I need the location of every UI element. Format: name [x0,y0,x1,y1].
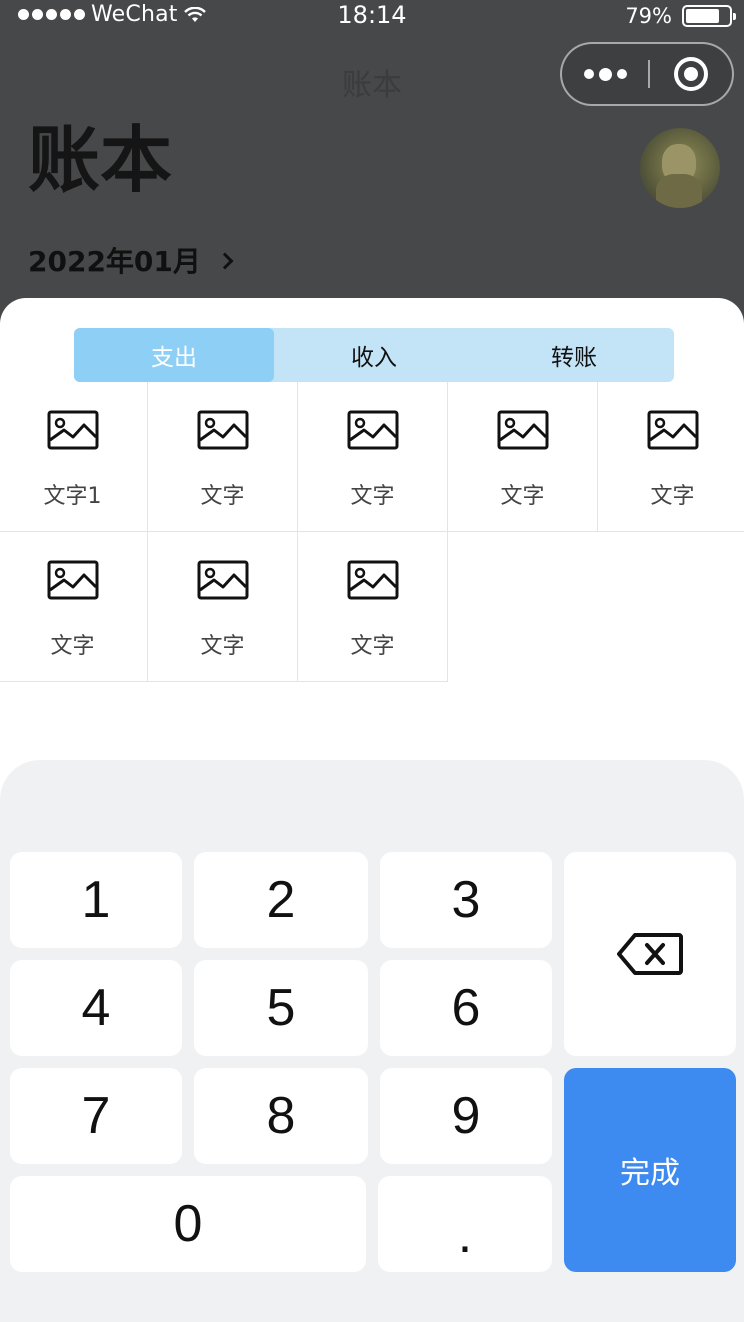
month-selector[interactable]: 2022年01月 [28,240,234,280]
status-bar: WeChat 18:14 79% [0,0,744,36]
image-icon [647,410,698,450]
category-item[interactable]: 文字 [298,382,448,532]
avatar[interactable] [640,128,720,208]
key-dot[interactable]: . [378,1176,552,1272]
chevron-right-icon [216,252,234,270]
key-3[interactable]: 3 [380,852,552,948]
category-label: 文字 [350,484,395,509]
close-target-icon[interactable] [674,57,708,91]
category-label: 文字1 [43,484,102,509]
status-right: 79% [625,4,736,28]
category-label: 文字 [500,484,545,509]
mini-program-capsule [560,42,734,106]
category-label: 文字 [650,484,695,509]
image-icon [347,410,398,450]
image-icon [197,560,248,600]
more-icon[interactable] [584,44,632,104]
add-record-sheet: 支出 收入 转账 文字1 文字 文字 文字 文字 文字 文字 文字 1 2 3 4 5 6 7… [0,298,744,1322]
tab-transfer[interactable]: 转账 [474,328,674,382]
done-button[interactable]: 完成 [564,1068,736,1272]
category-label: 文字 [200,484,245,509]
key-1[interactable]: 1 [10,852,182,948]
key-5[interactable]: 5 [194,960,368,1056]
category-item[interactable]: 文字 [298,532,448,682]
image-icon [497,410,548,450]
category-label: 文字 [350,634,395,659]
page-title: 账本 [28,118,173,202]
category-item[interactable]: 文字 [148,532,298,682]
category-item[interactable]: 文字 [448,382,598,532]
battery-icon [682,5,736,27]
tab-income[interactable]: 收入 [274,328,474,382]
key-6[interactable]: 6 [380,960,552,1056]
battery-fill [686,9,720,23]
category-item[interactable]: 文字 [148,382,298,532]
capsule-divider [648,60,650,88]
key-2[interactable]: 2 [194,852,368,948]
key-7[interactable]: 7 [10,1068,182,1164]
battery-percent: 79% [625,4,672,28]
key-8[interactable]: 8 [194,1068,368,1164]
category-item[interactable]: 文字1 [0,382,148,532]
backspace-button[interactable] [564,852,736,1056]
category-label: 文字 [50,634,95,659]
image-icon [47,560,98,600]
category-label: 文字 [200,634,245,659]
keypad: 1 2 3 4 5 6 7 8 9 完成 0 . [0,760,744,1322]
key-4[interactable]: 4 [10,960,182,1056]
category-item[interactable]: 文字 [0,532,148,682]
backspace-icon [617,933,683,975]
tab-expense[interactable]: 支出 [74,328,274,382]
key-0[interactable]: 0 [10,1176,366,1272]
image-icon [47,410,98,450]
type-tabs: 支出 收入 转账 [74,328,674,382]
image-icon [347,560,398,600]
image-icon [197,410,248,450]
key-9[interactable]: 9 [380,1068,552,1164]
month-label: 2022年01月 [28,245,201,278]
category-item[interactable]: 文字 [598,382,744,532]
